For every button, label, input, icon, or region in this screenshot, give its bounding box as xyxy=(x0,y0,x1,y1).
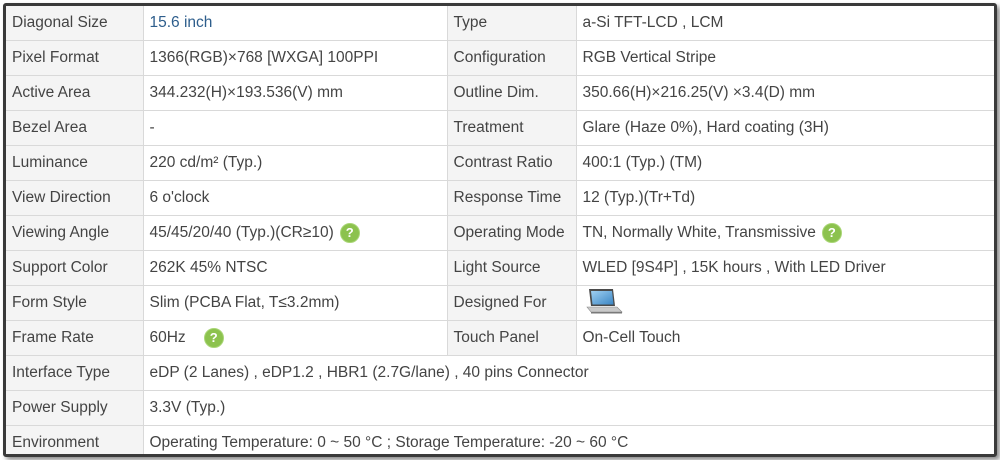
table-row: Viewing Angle 45/45/20/40 (Typ.)(CR≥10)?… xyxy=(6,215,994,251)
table-row: Frame Rate 60Hz? Touch Panel On-Cell Tou… xyxy=(6,320,994,356)
spec-label: Bezel Area xyxy=(6,110,144,146)
spec-label: Environment xyxy=(6,425,144,454)
spec-value: On-Cell Touch xyxy=(576,320,994,356)
spec-label: Treatment xyxy=(447,110,577,146)
spec-label: Type xyxy=(447,6,577,41)
spec-label: Power Supply xyxy=(6,390,144,426)
table-row: Active Area 344.232(H)×193.536(V) mm Out… xyxy=(6,75,994,111)
spec-value: 60Hz xyxy=(149,329,186,347)
spec-value-cell: 45/45/20/40 (Typ.)(CR≥10)? xyxy=(143,215,448,251)
spec-label: Support Color xyxy=(6,250,144,286)
spec-label: Response Time xyxy=(447,180,577,216)
spec-label: Pixel Format xyxy=(6,40,144,76)
spec-value: 350.66(H)×216.25(V) ×3.4(D) mm xyxy=(576,75,994,111)
table-row: Support Color 262K 45% NTSC Light Source… xyxy=(6,250,994,286)
laptop-icon xyxy=(583,287,623,320)
spec-value: WLED [9S4P] , 15K hours , With LED Drive… xyxy=(576,250,994,286)
spec-label: Operating Mode xyxy=(447,215,577,251)
spec-label: Light Source xyxy=(447,250,577,286)
spec-value: - xyxy=(143,110,448,146)
spec-value: 15.6 inch xyxy=(143,6,448,41)
spec-value: TN, Normally White, Transmissive xyxy=(582,224,816,242)
spec-value: 3.3V (Typ.) xyxy=(143,390,994,426)
table-row: Environment Operating Temperature: 0 ~ 5… xyxy=(6,425,994,454)
spec-label: Configuration xyxy=(447,40,577,76)
spec-value-cell: 60Hz? xyxy=(143,320,448,356)
table-row: Pixel Format 1366(RGB)×768 [WXGA] 100PPI… xyxy=(6,40,994,76)
spec-label: Designed For xyxy=(447,285,577,321)
spec-value: 262K 45% NTSC xyxy=(143,250,448,286)
table-row: Power Supply 3.3V (Typ.) xyxy=(6,390,994,426)
spec-value-cell xyxy=(576,285,994,321)
spec-value-cell: TN, Normally White, Transmissive? xyxy=(576,215,994,251)
question-circle-icon[interactable]: ? xyxy=(339,223,360,243)
spec-value: Glare (Haze 0%), Hard coating (3H) xyxy=(576,110,994,146)
question-circle-icon[interactable]: ? xyxy=(203,328,224,348)
spec-label: Viewing Angle xyxy=(6,215,144,251)
spec-value: 6 o'clock xyxy=(143,180,448,216)
spec-value: eDP (2 Lanes) , eDP1.2 , HBR1 (2.7G/lane… xyxy=(143,355,994,391)
spec-value: 45/45/20/40 (Typ.)(CR≥10) xyxy=(149,224,334,242)
spec-table-frame: Diagonal Size 15.6 inch Type a-Si TFT-LC… xyxy=(3,3,997,457)
spec-value: 400:1 (Typ.) (TM) xyxy=(576,145,994,181)
table-row: Diagonal Size 15.6 inch Type a-Si TFT-LC… xyxy=(6,6,994,41)
spec-label: Outline Dim. xyxy=(447,75,577,111)
spec-value: Operating Temperature: 0 ~ 50 °C ; Stora… xyxy=(143,425,994,454)
question-circle-icon[interactable]: ? xyxy=(821,223,842,243)
spec-value: RGB Vertical Stripe xyxy=(576,40,994,76)
spec-label: Luminance xyxy=(6,145,144,181)
spec-label: Form Style xyxy=(6,285,144,321)
spec-value: Slim (PCBA Flat, T≤3.2mm) xyxy=(143,285,448,321)
table-row: Luminance 220 cd/m² (Typ.) Contrast Rati… xyxy=(6,145,994,181)
spec-label: Diagonal Size xyxy=(6,6,144,41)
spec-value: a-Si TFT-LCD , LCM xyxy=(576,6,994,41)
table-row: View Direction 6 o'clock Response Time 1… xyxy=(6,180,994,216)
table-row: Form Style Slim (PCBA Flat, T≤3.2mm) Des… xyxy=(6,285,994,321)
spec-label: Contrast Ratio xyxy=(447,145,577,181)
spec-value: 344.232(H)×193.536(V) mm xyxy=(143,75,448,111)
spec-label: View Direction xyxy=(6,180,144,216)
spec-value: 220 cd/m² (Typ.) xyxy=(143,145,448,181)
table-row: Interface Type eDP (2 Lanes) , eDP1.2 , … xyxy=(6,355,994,391)
spec-label: Frame Rate xyxy=(6,320,144,356)
spec-label: Touch Panel xyxy=(447,320,577,356)
table-row: Bezel Area - Treatment Glare (Haze 0%), … xyxy=(6,110,994,146)
spec-label: Interface Type xyxy=(6,355,144,391)
spec-label: Active Area xyxy=(6,75,144,111)
spec-table: Diagonal Size 15.6 inch Type a-Si TFT-LC… xyxy=(6,6,994,454)
spec-value: 12 (Typ.)(Tr+Td) xyxy=(576,180,994,216)
spec-value: 1366(RGB)×768 [WXGA] 100PPI xyxy=(143,40,448,76)
